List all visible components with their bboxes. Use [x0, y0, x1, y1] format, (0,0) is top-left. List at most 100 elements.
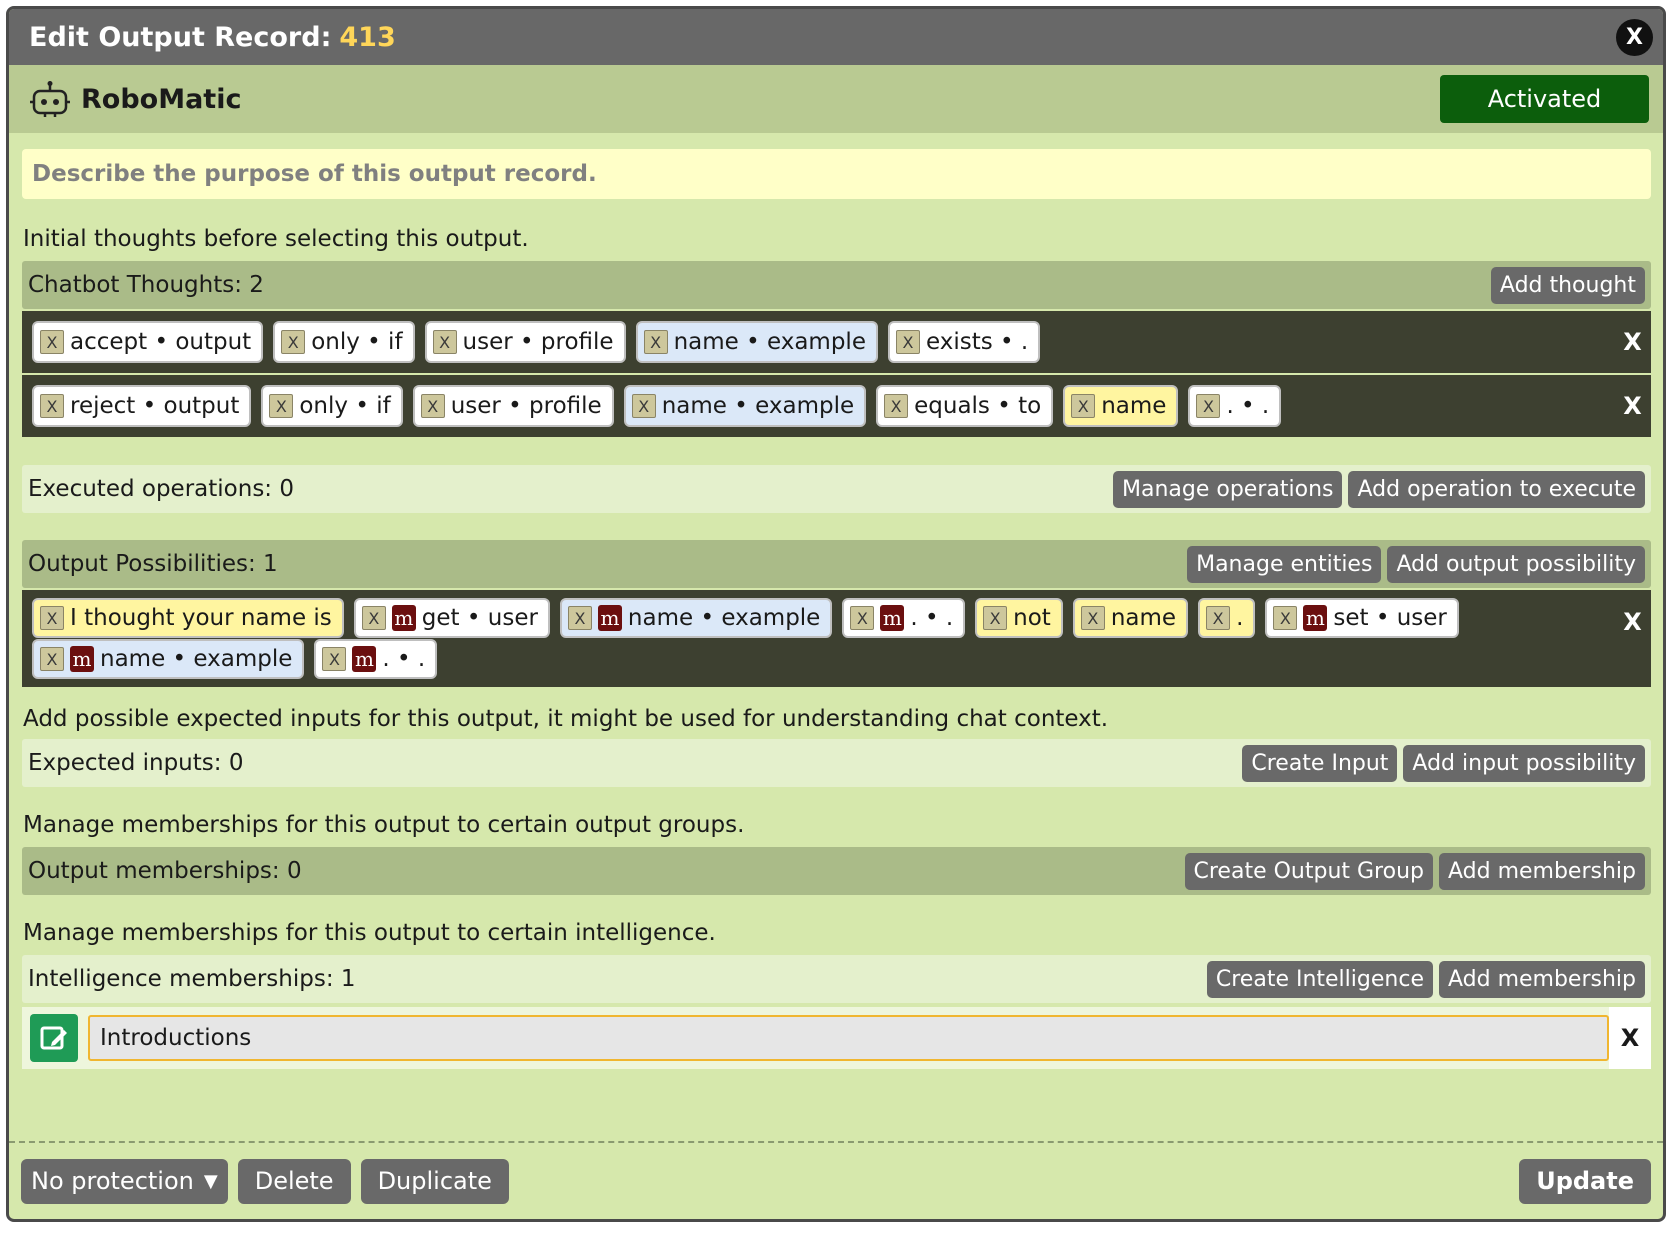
protection-select[interactable]: No protection ▼	[21, 1158, 228, 1204]
token-chip[interactable]: Xm name • example	[559, 598, 833, 638]
robot-icon	[30, 81, 70, 117]
remove-token-icon[interactable]: X	[1071, 394, 1096, 418]
token-label: get • user	[421, 605, 538, 631]
thoughts-note: Initial thoughts before selecting this o…	[23, 226, 529, 252]
close-dialog-button[interactable]: X	[1616, 19, 1653, 56]
remove-intelligence-button[interactable]: X	[1609, 1007, 1651, 1069]
token-chip[interactable]: Xonly • if	[261, 385, 403, 427]
manage-operations-button[interactable]: Manage operations	[1113, 470, 1343, 508]
remove-token-icon[interactable]: X	[567, 606, 592, 630]
remove-token-icon[interactable]: X	[983, 606, 1008, 630]
token-chip[interactable]: Xm set • user	[1265, 598, 1459, 638]
token-chip[interactable]: Xaccept • output	[32, 321, 264, 363]
token-chip[interactable]: Xequals • to	[876, 385, 1054, 427]
add-output-possibility-button[interactable]: Add output possibility	[1387, 545, 1645, 583]
token-chip[interactable]: Xname • example	[635, 321, 878, 363]
remove-token-icon[interactable]: X	[281, 330, 306, 354]
token-label: equals • to	[914, 393, 1042, 419]
manage-entities-button[interactable]: Manage entities	[1187, 545, 1382, 583]
add-operation-button[interactable]: Add operation to execute	[1348, 470, 1645, 508]
token-chip[interactable]: Xuser • profile	[412, 385, 614, 427]
intelligence-entry	[22, 1007, 1609, 1069]
outputs-count-label: Output Possibilities: 1	[28, 551, 278, 577]
token-chip[interactable]: Xname • example	[623, 385, 867, 427]
token-label: user • profile	[462, 329, 614, 355]
purpose-input[interactable]: Describe the purpose of this output reco…	[22, 149, 1651, 199]
remove-output-button[interactable]: X	[1614, 590, 1651, 687]
remove-token-icon[interactable]: X	[884, 394, 909, 418]
remove-token-icon[interactable]: X	[432, 330, 457, 354]
method-icon: m	[70, 646, 94, 672]
token-chip[interactable]: Xexists • .	[887, 321, 1041, 363]
add-input-possibility-button[interactable]: Add input possibility	[1403, 744, 1645, 782]
method-icon: m	[597, 605, 622, 631]
token-label: set • user	[1333, 605, 1447, 631]
token-label: only • if	[311, 329, 403, 355]
token-chip[interactable]: Xname	[1072, 598, 1189, 638]
outputs-section-bar: Output Possibilities: 1 Manage entities …	[22, 540, 1651, 588]
edit-icon[interactable]	[30, 1014, 78, 1062]
remove-token-icon[interactable]: X	[850, 606, 875, 630]
remove-token-icon[interactable]: X	[1080, 606, 1105, 630]
remove-token-icon[interactable]: X	[361, 606, 386, 630]
memberships-note: Manage memberships for this output to ce…	[23, 812, 745, 838]
remove-token-icon[interactable]: X	[40, 647, 64, 671]
remove-token-icon[interactable]: X	[269, 394, 294, 418]
thoughts-section-bar: Chatbot Thoughts: 2 Add thought	[22, 261, 1651, 309]
thought-token-list: Xreject • output Xonly • if Xuser • profil…	[22, 375, 1614, 437]
token-chip[interactable]: Xm name • example	[32, 639, 305, 679]
token-chip[interactable]: Xm get • user	[353, 598, 550, 638]
inputs-section-bar: Expected inputs: 0 Create Input Add inpu…	[22, 739, 1651, 787]
remove-token-icon[interactable]: X	[643, 330, 668, 354]
bot-header: RoboMatic Activated	[9, 65, 1663, 133]
thoughts-count-label: Chatbot Thoughts: 2	[28, 272, 264, 298]
add-thought-button[interactable]: Add thought	[1490, 266, 1645, 304]
token-chip[interactable]: Xreject • output	[32, 385, 252, 427]
create-intelligence-button[interactable]: Create Intelligence	[1206, 960, 1433, 998]
token-chip[interactable]: Xm. • .	[314, 639, 438, 679]
output-token-list: XI thought your name is Xm get • user Xm nam…	[22, 590, 1614, 687]
token-chip[interactable]: Xonly • if	[273, 321, 415, 363]
token-label: . • .	[910, 605, 954, 631]
create-input-button[interactable]: Create Input	[1242, 744, 1398, 782]
activated-toggle-button[interactable]: Activated	[1440, 75, 1649, 123]
token-chip[interactable]: X.	[1198, 598, 1256, 638]
token-chip[interactable]: Xname	[1063, 385, 1179, 427]
dialog-content: Describe the purpose of this output reco…	[9, 149, 1663, 1069]
remove-token-icon[interactable]: X	[631, 394, 656, 418]
intelligence-note: Manage memberships for this output to ce…	[23, 920, 716, 946]
token-chip[interactable]: Xuser • profile	[424, 321, 626, 363]
update-button[interactable]: Update	[1519, 1158, 1651, 1204]
thought-token-list: Xaccept • output Xonly • if Xuser • profil…	[22, 311, 1614, 373]
duplicate-button[interactable]: Duplicate	[360, 1158, 509, 1204]
remove-token-icon[interactable]: X	[420, 394, 445, 418]
remove-thought-button[interactable]: X	[1614, 311, 1651, 373]
create-output-group-button[interactable]: Create Output Group	[1184, 852, 1433, 890]
remove-token-icon[interactable]: X	[40, 394, 64, 418]
intelligence-section-bar: Intelligence memberships: 1 Create Intel…	[22, 955, 1651, 1003]
add-intelligence-membership-button[interactable]: Add membership	[1438, 960, 1645, 998]
bot-name: RoboMatic	[81, 83, 242, 115]
remove-token-icon[interactable]: X	[895, 330, 920, 354]
intelligence-input[interactable]	[88, 1015, 1609, 1061]
token-label: not	[1013, 605, 1051, 631]
operations-count-label: Executed operations: 0	[28, 476, 294, 502]
token-chip[interactable]: X not	[975, 598, 1063, 638]
remove-token-icon[interactable]: X	[322, 647, 347, 671]
method-icon: m	[880, 605, 905, 631]
token-chip[interactable]: XI thought your name is	[32, 598, 344, 638]
remove-token-icon[interactable]: X	[40, 606, 64, 630]
token-chip[interactable]: X. • .	[1188, 385, 1282, 427]
remove-token-icon[interactable]: X	[1196, 394, 1221, 418]
token-label: I thought your name is	[70, 605, 332, 631]
token-chip[interactable]: Xm. • .	[842, 598, 966, 638]
add-output-membership-button[interactable]: Add membership	[1438, 852, 1645, 890]
token-label: name • example	[673, 329, 866, 355]
token-label: accept • output	[70, 329, 252, 355]
protection-value: No protection	[31, 1167, 194, 1195]
delete-button[interactable]: Delete	[237, 1158, 351, 1204]
remove-token-icon[interactable]: X	[1206, 606, 1231, 630]
remove-thought-button[interactable]: X	[1614, 375, 1651, 437]
remove-token-icon[interactable]: X	[40, 330, 64, 354]
remove-token-icon[interactable]: X	[1273, 606, 1298, 630]
